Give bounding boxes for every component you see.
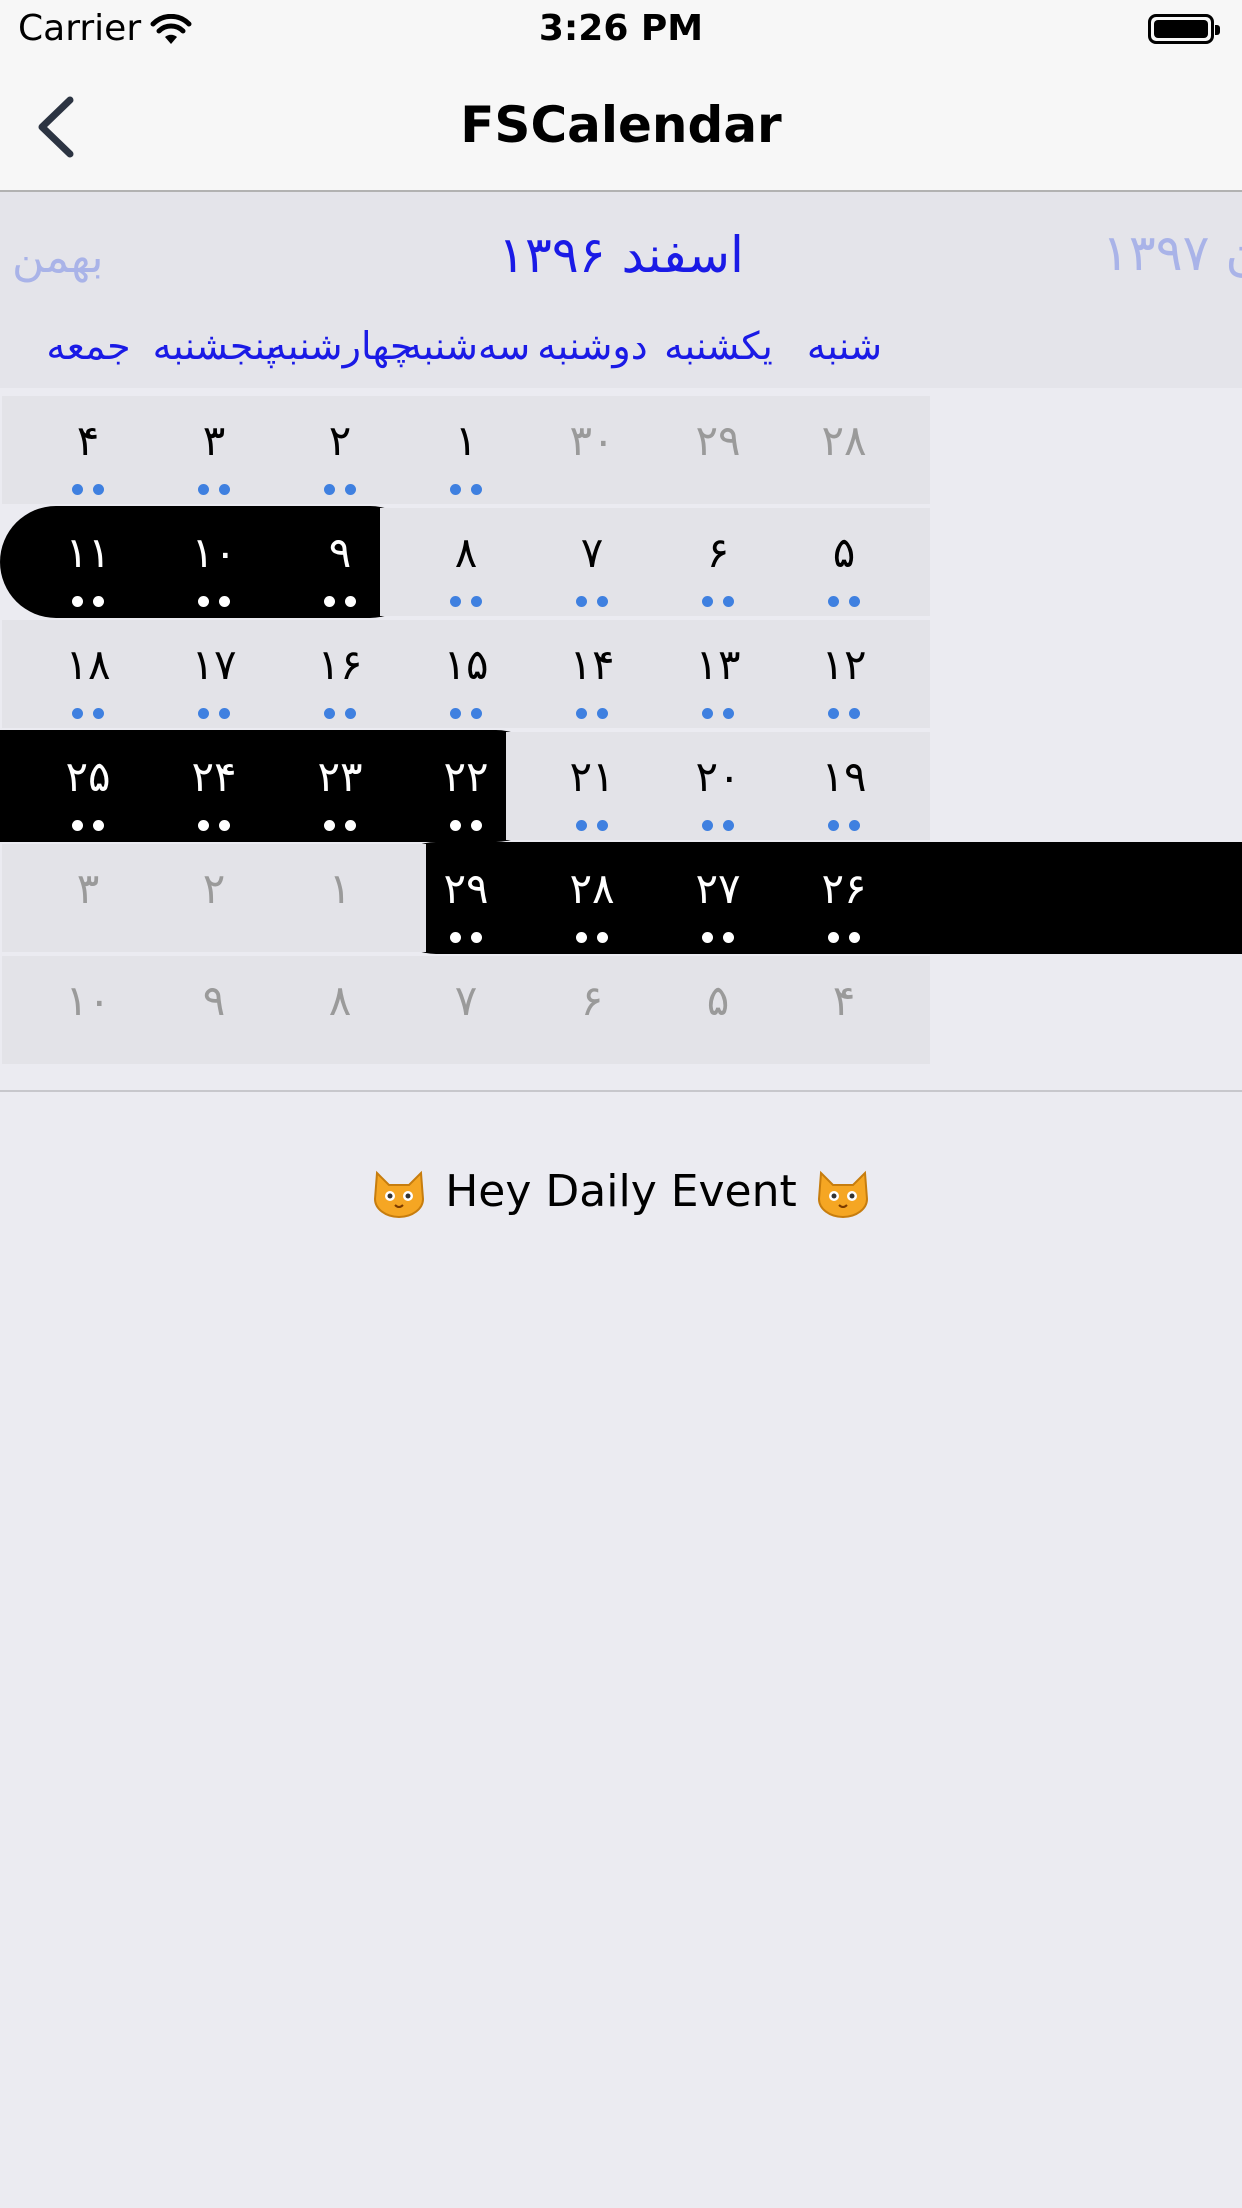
event-dot [345, 596, 356, 607]
weekday-row: جمعه پنجشنبه چهارشنبه سه‌شنبه دوشنبه یکشنبه شن… [0, 302, 1242, 388]
event-dot [450, 932, 461, 943]
event-dot [597, 596, 608, 607]
cat-face-icon [374, 1170, 425, 1218]
event-dot [576, 932, 587, 943]
event-dot [93, 820, 104, 831]
day-number: ۲۸ [821, 416, 867, 465]
cat-face-icon [817, 1170, 868, 1218]
event-dot [219, 596, 230, 607]
event-dot [324, 596, 335, 607]
battery-icon [1148, 14, 1220, 44]
event-dot [450, 708, 461, 719]
event-dot [450, 484, 461, 495]
status-bar: Carrier 3:26 PM [0, 0, 1242, 62]
event-dot [576, 596, 587, 607]
event-dot [198, 596, 209, 607]
event-text: Hey Daily Event [445, 1166, 797, 1217]
event-dot [219, 484, 230, 495]
next-month-label[interactable]: ن ۱۳۹۷ [1102, 224, 1242, 282]
event-dots [758, 816, 930, 831]
calendar-header: بهمن اسفند ۱۳۹۶ ن ۱۳۹۷ [0, 192, 1242, 302]
event-label: Hey Daily Event [0, 1166, 1242, 1219]
calendar-day-cell[interactable]: ۲۸ [758, 396, 930, 504]
navigation-bar: FSCalendar [0, 62, 1242, 192]
day-number: ۵ [832, 528, 856, 577]
event-dot [345, 708, 356, 719]
event-dot [324, 820, 335, 831]
event-dot [576, 820, 587, 831]
status-time: 3:26 PM [538, 8, 704, 49]
event-dot [450, 820, 461, 831]
event-dot [723, 708, 734, 719]
event-dots [758, 704, 930, 719]
page-title: FSCalendar [460, 96, 782, 154]
day-number: ۴ [832, 976, 856, 1025]
calendar-day-cell[interactable]: ۲۶ [758, 844, 930, 952]
event-dot [93, 708, 104, 719]
event-dot [702, 708, 713, 719]
event-dot [471, 932, 482, 943]
event-dot [576, 708, 587, 719]
event-dot [219, 708, 230, 719]
calendar-day-cell[interactable]: ۱۹ [758, 732, 930, 840]
event-dot [198, 484, 209, 495]
calendar-grid: ۴ ۳ ۲ ۱ ۳۰ ۲۹ ۲۸ ۱۱ ۱۰ ۹ ۸ ۷ ۶ ۵ ۱۸ ۱۷ ۱۶ ۱۵ ۱۴ ۱۳ ۱۲ ۲۵ ۲۴ ۲۳ ۲… [0, 396, 1242, 1074]
event-dot [450, 596, 461, 607]
event-dot [849, 596, 860, 607]
event-dot [471, 708, 482, 719]
day-number: ۱۹ [821, 752, 867, 801]
event-dot [471, 484, 482, 495]
event-dot [72, 820, 83, 831]
calendar-day-cell[interactable]: ۱۲ [758, 620, 930, 728]
event-dot [345, 820, 356, 831]
event-dot [597, 932, 608, 943]
event-dot [723, 596, 734, 607]
event-dot [849, 820, 860, 831]
event-dot [702, 932, 713, 943]
event-dot [849, 708, 860, 719]
weekday-label: شنبه [806, 324, 883, 368]
event-dot [723, 932, 734, 943]
event-dot [198, 708, 209, 719]
event-dot [198, 820, 209, 831]
event-dot [702, 820, 713, 831]
event-dot [828, 932, 839, 943]
event-dot [723, 820, 734, 831]
event-dot [471, 820, 482, 831]
event-dots [758, 592, 930, 607]
event-dot [597, 820, 608, 831]
event-dot [324, 484, 335, 495]
event-dot [597, 708, 608, 719]
event-dot [93, 596, 104, 607]
divider [0, 1090, 1242, 1092]
event-dot [72, 484, 83, 495]
current-month-label: اسفند ۱۳۹۶ [498, 226, 744, 284]
event-dot [219, 820, 230, 831]
event-dot [72, 596, 83, 607]
event-dot [828, 596, 839, 607]
event-dot [471, 596, 482, 607]
event-dot [828, 820, 839, 831]
event-dot [345, 484, 356, 495]
event-dot [72, 708, 83, 719]
event-dot [93, 484, 104, 495]
event-dot [849, 932, 860, 943]
calendar-day-cell[interactable]: ۴ [758, 956, 930, 1064]
day-number: ۱۲ [821, 640, 867, 689]
event-dots [758, 928, 930, 943]
day-number: ۲۶ [821, 864, 867, 913]
event-dot [324, 708, 335, 719]
event-dot [702, 596, 713, 607]
event-dot [828, 708, 839, 719]
calendar-day-cell[interactable]: ۵ [758, 508, 930, 616]
